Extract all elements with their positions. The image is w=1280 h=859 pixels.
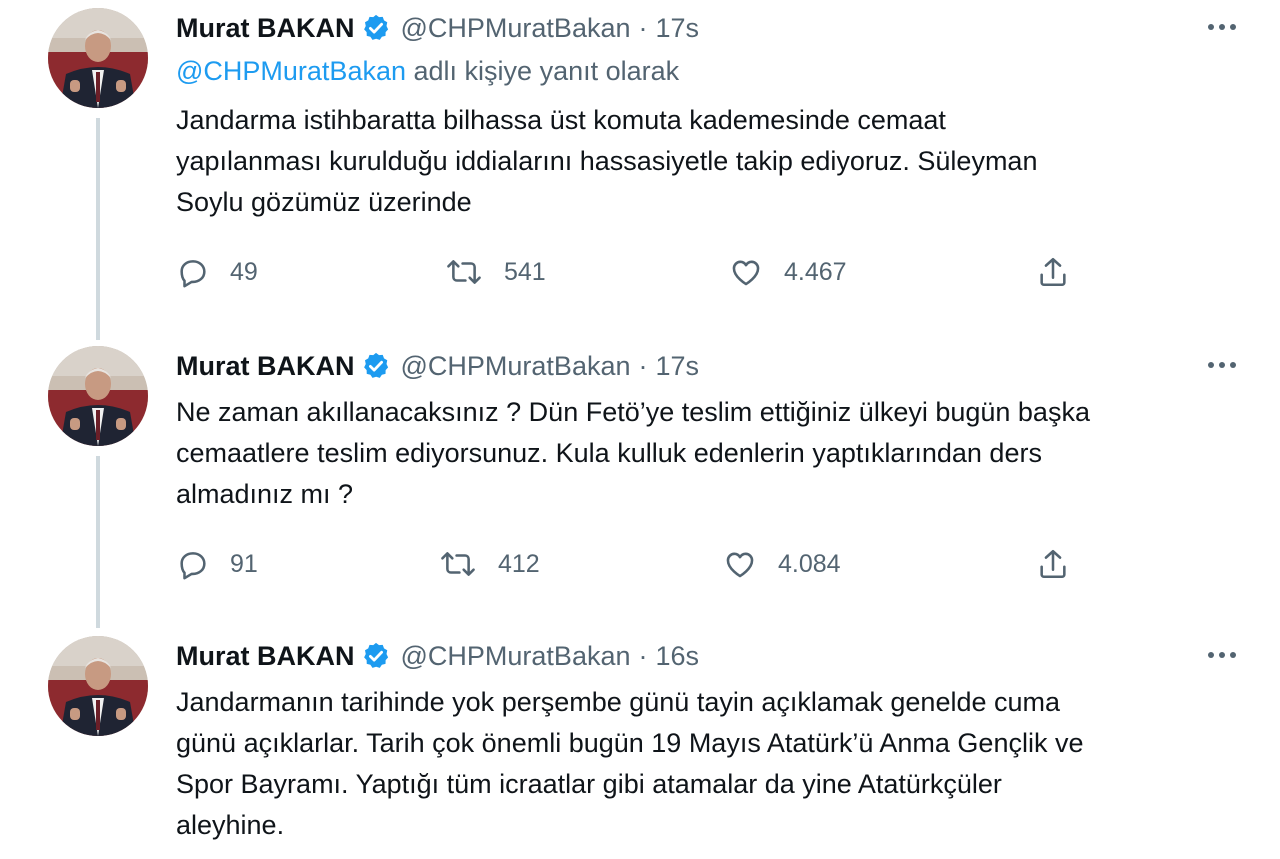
separator-dot: · [638,350,648,381]
verified-badge-icon [361,13,391,43]
tweet-text-line: Jandarmanın tarihinde yok perşembe günü … [176,687,1061,717]
replying-to: @CHPMuratBakan adlı kişiye yanıt olarak [176,56,679,87]
avatar[interactable] [48,636,148,736]
tweet-actions: 91 412 4.084 [0,544,1280,584]
reply-button[interactable]: 91 [176,544,258,584]
reply-to-label: adlı kişiye yanıt olarak [413,56,680,86]
author-handle[interactable]: @CHPMuratBakan [401,641,631,672]
author-name[interactable]: Murat BAKAN [176,351,355,382]
retweet-button[interactable]: 412 [438,544,540,584]
separator-dot: · [638,12,648,43]
reply-count: 91 [230,549,258,578]
retweet-button[interactable]: 541 [444,252,546,292]
retweet-count: 412 [498,549,540,578]
tweet-text: Jandarmanın tarihinde yok perşembe günü … [176,682,1226,846]
reply-icon [180,552,206,580]
reply-button[interactable]: 49 [176,252,258,292]
tweet-header: Murat BAKAN @CHPMuratBakan · 16s [176,638,699,674]
thread-line [96,118,100,340]
tweet-text-line: Ne zaman akıllanacaksınız ? Dün Fetö’ye … [176,397,1090,427]
avatar[interactable] [48,346,148,446]
like-count: 4.084 [778,549,841,578]
tweet-text-line: Jandarma istihbaratta bilhassa üst komut… [176,105,946,135]
like-button[interactable]: 4.084 [722,544,841,584]
tweet-2[interactable]: Murat BAKAN @CHPMuratBakan · 17s Ne zama… [0,338,1280,628]
tweet-text-line: Soylu gözümüz üzerinde [176,187,472,217]
timestamp[interactable]: 16s [656,641,700,672]
tweet-text-line: cemaatlere teslim ediyorsunuz. Kula kull… [176,438,1042,468]
verified-badge-icon [361,351,391,381]
tweet-text-line: yapılanması kurulduğu iddialarını hassas… [176,146,1038,176]
thread-line [96,456,100,628]
avatar[interactable] [48,8,148,108]
author-handle[interactable]: @CHPMuratBakan [401,351,631,382]
like-button[interactable]: 4.467 [728,252,847,292]
tweet-1[interactable]: Murat BAKAN @CHPMuratBakan · 17s @CHPMur… [0,0,1280,340]
tweet-header: Murat BAKAN @CHPMuratBakan · 17s [176,10,699,46]
tweet-text: Jandarma istihbaratta bilhassa üst komut… [176,100,1226,223]
reply-count: 49 [230,257,258,286]
reply-mention-link[interactable]: @CHPMuratBakan [176,56,406,86]
more-options-icon[interactable] [1200,12,1244,42]
verified-badge-icon [361,641,391,671]
separator-dot: · [638,640,648,671]
timestamp[interactable]: 17s [656,13,700,44]
reply-icon [180,260,206,288]
author-handle[interactable]: @CHPMuratBakan [401,13,631,44]
share-icon [1040,549,1066,579]
tweet-text-line: aleyhine. [176,810,285,840]
timestamp[interactable]: 17s [656,351,700,382]
like-icon [732,260,760,286]
share-button[interactable] [1036,252,1070,292]
share-icon [1040,257,1066,287]
tweet-actions: 49 541 4.467 [0,252,1280,292]
author-name[interactable]: Murat BAKAN [176,13,355,44]
tweet-text-line: günü açıklarlar. Tarih çok önemli bugün … [176,728,1084,758]
like-icon [726,552,754,578]
more-options-icon[interactable] [1200,350,1244,380]
tweet-3[interactable]: Murat BAKAN @CHPMuratBakan · 16s Jandarm… [0,628,1280,859]
share-button[interactable] [1036,544,1070,584]
retweet-count: 541 [504,257,546,286]
tweet-text: Ne zaman akıllanacaksınız ? Dün Fetö’ye … [176,392,1226,515]
tweet-text-line: almadınız mı ? [176,479,354,509]
tweet-text-line: Spor Bayramı. Yaptığı tüm icraatlar gibi… [176,769,1002,799]
more-options-icon[interactable] [1200,640,1244,670]
tweet-header: Murat BAKAN @CHPMuratBakan · 17s [176,348,699,384]
author-name[interactable]: Murat BAKAN [176,641,355,672]
like-count: 4.467 [784,257,847,286]
retweet-icon [447,260,481,284]
retweet-icon [441,552,475,576]
